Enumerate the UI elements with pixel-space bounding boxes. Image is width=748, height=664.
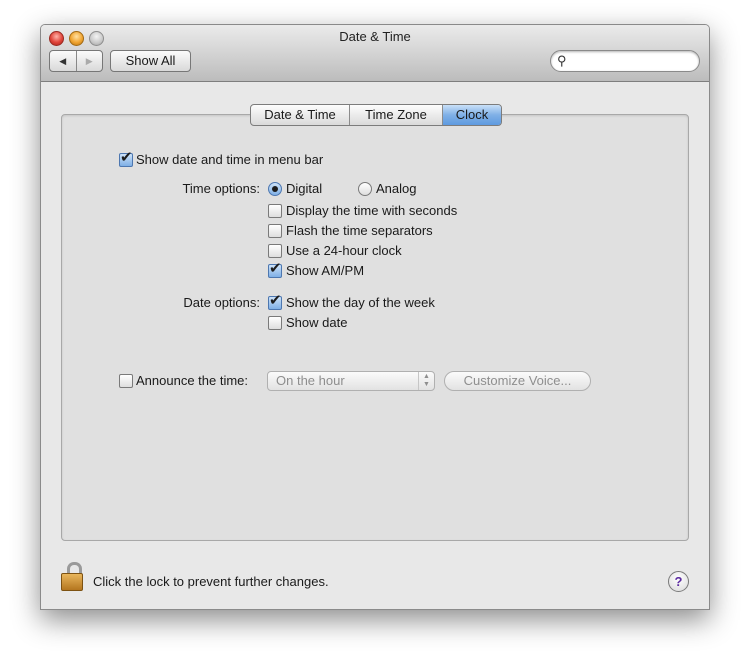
lock-message: Click the lock to prevent further change… xyxy=(93,574,329,589)
flash-separators-label: Flash the time separators xyxy=(286,223,433,238)
toolbar: Date & Time ◀ ▶ Show All ⚲ xyxy=(41,25,709,82)
customize-voice-button[interactable]: Customize Voice... xyxy=(444,371,591,391)
lock-icon[interactable] xyxy=(59,562,85,592)
time-options-label: Time options: xyxy=(182,181,260,196)
use-24-hour-label: Use a 24-hour clock xyxy=(286,243,402,258)
help-icon[interactable]: ? xyxy=(668,571,689,592)
search-field[interactable]: ⚲ xyxy=(550,50,700,72)
flash-separators-checkbox[interactable] xyxy=(268,224,282,238)
show-ampm-label: Show AM/PM xyxy=(286,263,365,278)
window-title: Date & Time xyxy=(339,29,411,44)
popup-stepper-arrows-icon: ▲ ▼ xyxy=(418,372,434,390)
tab-date-time[interactable]: Date & Time xyxy=(251,105,350,125)
clock-panel xyxy=(61,114,689,541)
tab-time-zone[interactable]: Time Zone xyxy=(350,105,443,125)
announce-interval-popup[interactable]: On the hour ▲ ▼ xyxy=(267,371,435,391)
show-day-of-week-checkbox[interactable] xyxy=(268,292,282,310)
lock-body xyxy=(61,573,83,591)
analog-radio[interactable] xyxy=(358,182,372,196)
show-in-menu-bar-checkbox[interactable] xyxy=(119,149,133,167)
search-input[interactable] xyxy=(573,53,695,70)
show-date-label: Show date xyxy=(286,315,348,330)
display-seconds-checkbox[interactable] xyxy=(268,204,282,218)
digital-label: Digital xyxy=(286,181,323,196)
show-all-button[interactable]: Show All xyxy=(110,50,191,72)
date-options-label: Date options: xyxy=(183,295,260,310)
announce-time-label: Announce the time: xyxy=(136,373,249,388)
show-ampm-checkbox[interactable] xyxy=(268,260,282,278)
show-day-of-week-label: Show the day of the week xyxy=(286,295,435,310)
preferences-window: Date & Time ◀ ▶ Show All ⚲ Date & Time T… xyxy=(40,24,710,610)
back-arrow-icon[interactable]: ◀ xyxy=(50,51,77,71)
tab-clock[interactable]: Clock xyxy=(443,105,501,125)
use-24-hour-checkbox[interactable] xyxy=(268,244,282,258)
analog-label: Analog xyxy=(376,181,417,196)
announce-time-checkbox[interactable] xyxy=(119,374,133,388)
show-in-menu-bar-label: Show date and time in menu bar xyxy=(136,152,324,167)
display-seconds-label: Display the time with seconds xyxy=(286,203,458,218)
show-date-checkbox[interactable] xyxy=(268,316,282,330)
announce-interval-value: On the hour xyxy=(276,373,345,388)
back-forward-control: ◀ ▶ xyxy=(49,50,103,72)
search-icon: ⚲ xyxy=(557,53,567,68)
forward-arrow-icon[interactable]: ▶ xyxy=(77,51,103,71)
digital-radio[interactable] xyxy=(268,182,282,196)
tab-bar: Date & Time Time Zone Clock xyxy=(250,104,502,126)
